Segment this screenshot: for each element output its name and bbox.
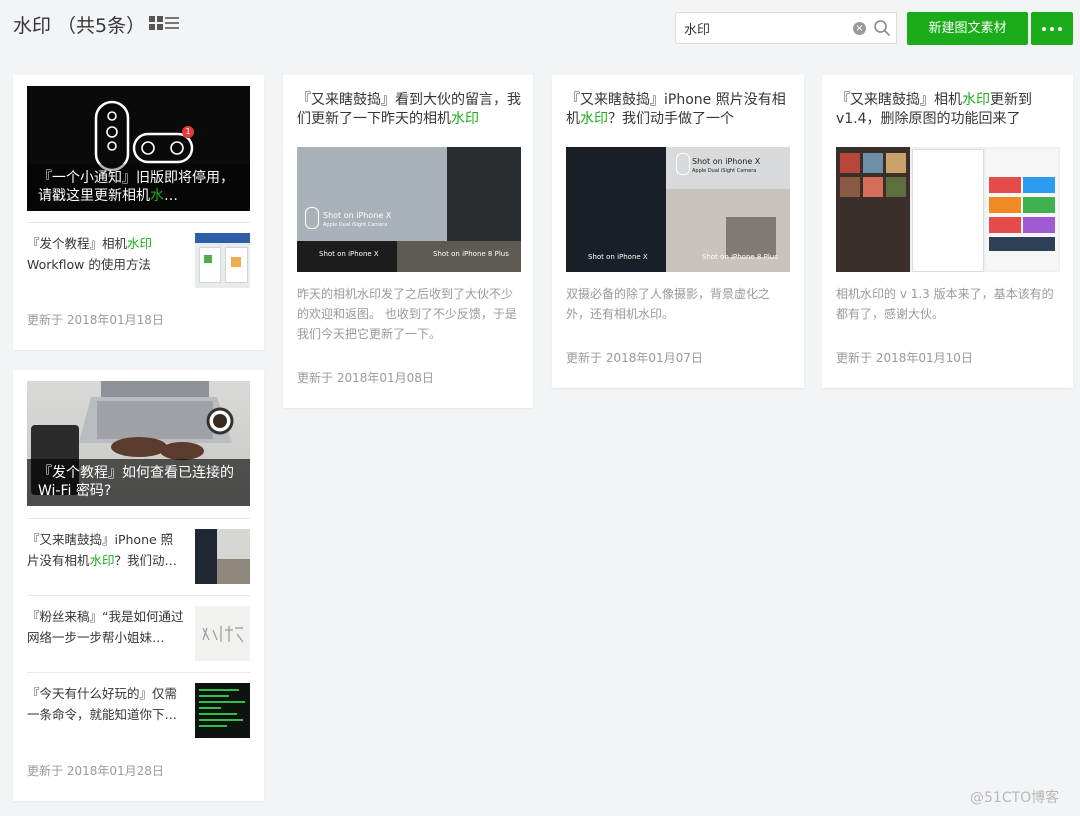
sub-article-title: 『今天有什么好玩的』仅需一条命令，就能知道你下… (27, 686, 178, 722)
list-view-icon[interactable] (165, 16, 179, 30)
divider (27, 595, 250, 596)
list-item[interactable]: 『今天有什么好玩的』仅需一条命令，就能知道你下… (27, 683, 250, 738)
list-item[interactable]: 『又来瞎鼓捣』iPhone 照片没有相机水印？我们动… (27, 529, 250, 584)
page-title: 水印 （共5条） (13, 15, 146, 37)
update-date: 更新于 2018年01月18日 (27, 313, 164, 327)
article-desc: 双摄必备的除了人像摄影，背景虚化之外，还有相机水印。 (566, 287, 771, 321)
thumbnail (195, 529, 250, 584)
update-date: 更新于 2018年01月10日 (836, 351, 973, 365)
list-item[interactable]: 『粉丝来稿』“我是如何通过网络一步一步帮小姐妹… (27, 606, 250, 661)
list-item[interactable]: 『发个教程』相机水印 Workflow 的使用方法 (27, 233, 250, 288)
clear-icon[interactable]: × (853, 22, 866, 35)
cover-image[interactable]: 1 『一个小通知』旧版即将停用，请戳这里更新相机水… (27, 86, 250, 211)
divider (27, 222, 250, 223)
handwriting-thumbnail (202, 626, 244, 643)
view-toggle (149, 16, 179, 30)
cover-title: 『发个教程』如何查看已连接的 Wi-Fi 密码? (27, 459, 250, 506)
article-card[interactable]: 『又来瞎鼓捣』iPhone 照片没有相机水印？我们动手做了一个 Shot on … (552, 75, 804, 388)
article-card[interactable]: 『发个教程』如何查看已连接的 Wi-Fi 密码? 『又来瞎鼓捣』iPhone 照… (13, 370, 264, 801)
divider (27, 672, 250, 673)
article-title: 『又来瞎鼓捣』看到大伙的留言，我们更新了一下昨天的相机水印 (297, 92, 521, 127)
sub-article-title: 『粉丝来稿』“我是如何通过网络一步一步帮小姐妹… (27, 609, 184, 645)
more-icon[interactable] (1031, 12, 1073, 45)
site-watermark: @51CTO博客 (970, 790, 1060, 806)
article-card[interactable]: 『又来瞎鼓捣』相机水印更新到 v1.4，删除原图的功能回来了 相机水印的 v 1… (822, 75, 1073, 388)
update-date: 更新于 2018年01月08日 (297, 371, 434, 385)
thumbnail (195, 683, 250, 738)
divider (27, 518, 250, 519)
thumbnail: Shot on iPhone X Apple Dual iSight Camer… (297, 147, 521, 272)
article-desc: 昨天的相机水印发了之后收到了大伙不少的欢迎和返图。 也收到了不少反馈，于是我们今… (297, 287, 517, 341)
thumbnail (195, 233, 250, 288)
article-title: 『又来瞎鼓捣』iPhone 照片没有相机水印？我们动手做了一个 (566, 92, 786, 127)
sub-article-title: 『发个教程』相机水印 Workflow 的使用方法 (27, 236, 153, 272)
cover-image[interactable]: 『发个教程』如何查看已连接的 Wi-Fi 密码? (27, 381, 250, 506)
cover-title: 『一个小通知』旧版即将停用，请戳这里更新相机水… (27, 164, 250, 211)
thumbnail: Shot on iPhone X Apple Dual iSight Camer… (566, 147, 790, 272)
thumbnail (836, 147, 1060, 272)
sub-article-title: 『又来瞎鼓捣』iPhone 照片没有相机水印？我们动… (27, 532, 178, 568)
thumbnail (195, 606, 250, 661)
update-date: 更新于 2018年01月07日 (566, 351, 703, 365)
update-date: 更新于 2018年01月28日 (27, 764, 164, 778)
search-icon[interactable] (873, 19, 891, 37)
article-desc: 相机水印的 v 1.3 版本来了，基本该有的都有了，感谢大伙。 (836, 287, 1054, 321)
article-card[interactable]: 1 『一个小通知』旧版即将停用，请戳这里更新相机水… 『发个教程』相机水印 Wo… (13, 75, 264, 350)
search-box: × (675, 12, 897, 44)
notification-badge: 1 (185, 127, 191, 136)
article-title: 『又来瞎鼓捣』相机水印更新到 v1.4，删除原图的功能回来了 (836, 92, 1032, 127)
article-card[interactable]: 『又来瞎鼓捣』看到大伙的留言，我们更新了一下昨天的相机水印 Shot on iP… (283, 75, 533, 408)
grid-view-icon[interactable] (149, 16, 163, 30)
search-input[interactable] (684, 13, 849, 43)
new-article-button[interactable]: 新建图文素材 (907, 12, 1028, 45)
